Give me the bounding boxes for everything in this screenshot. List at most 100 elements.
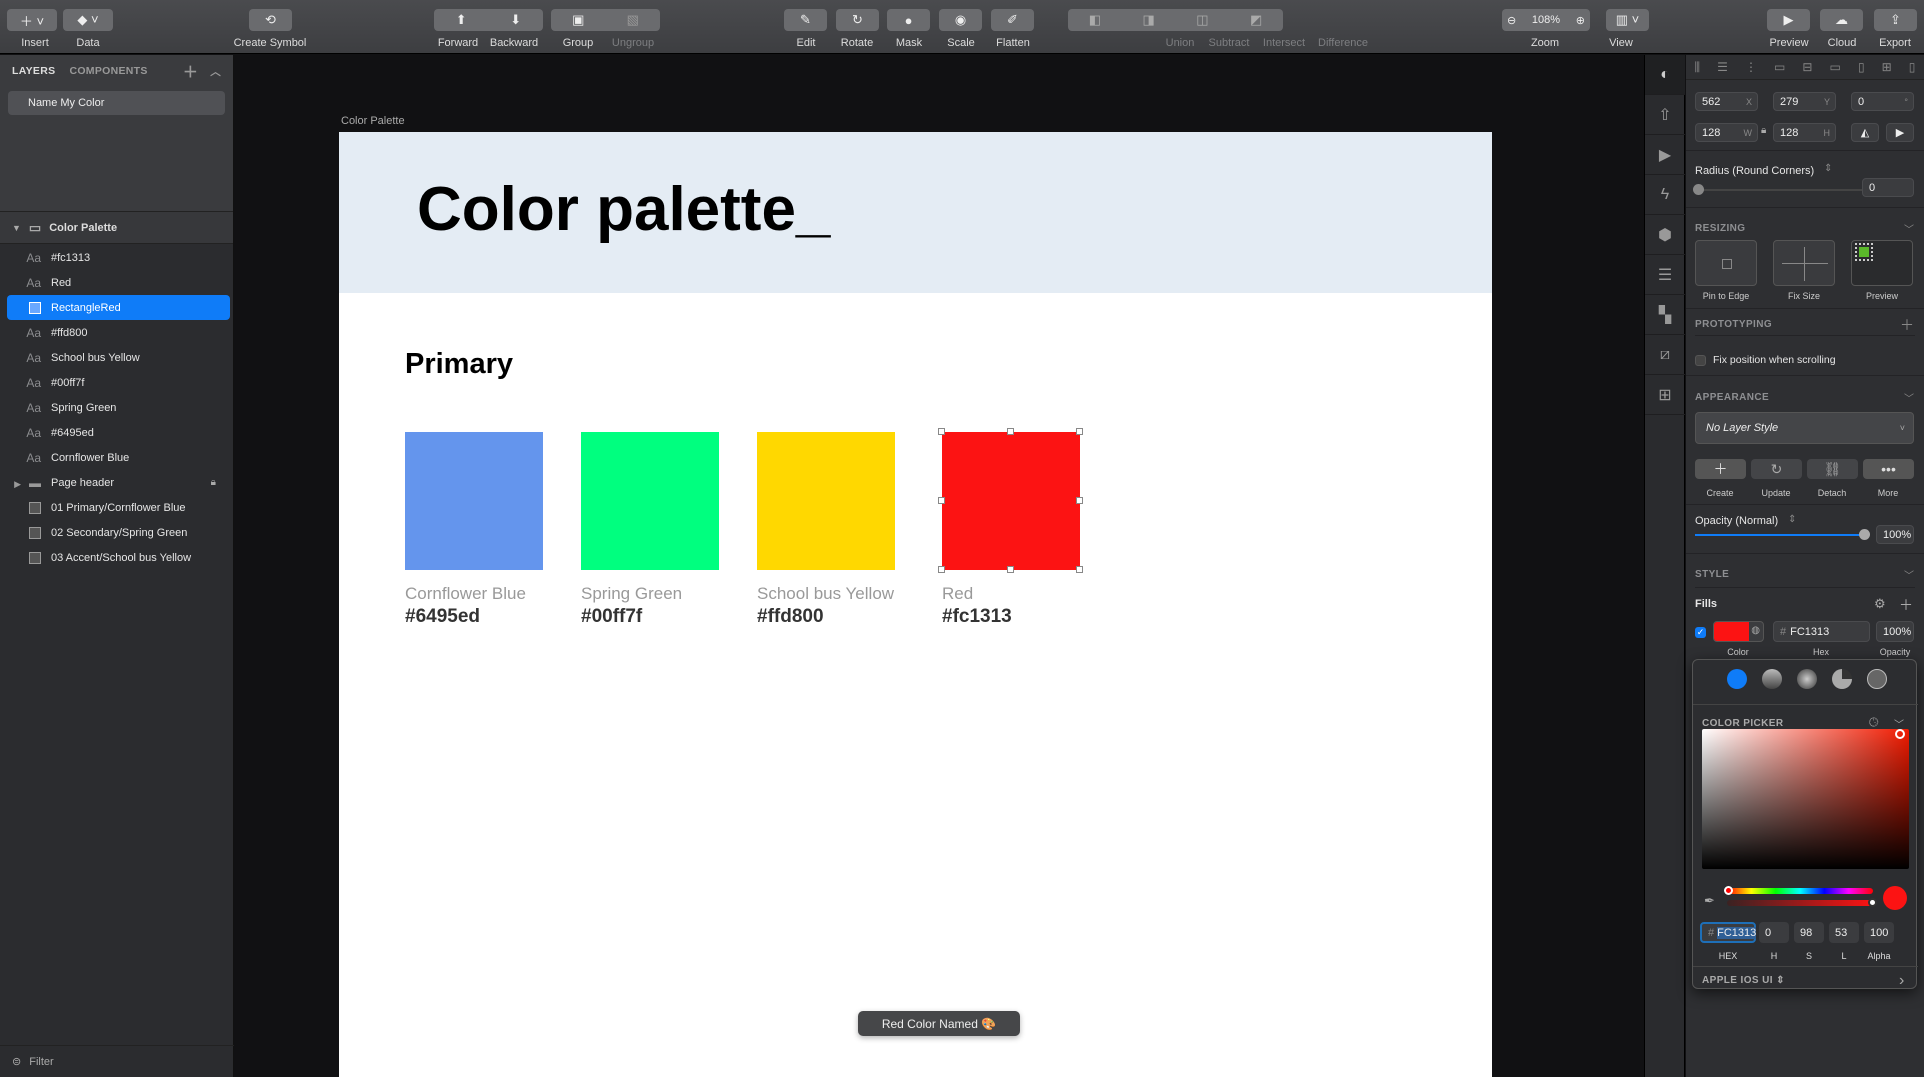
tab-components[interactable]: COMPONENTS (69, 65, 147, 77)
linear-gradient-icon[interactable] (1762, 669, 1782, 689)
add-fill-icon[interactable]: ＋ (1899, 595, 1913, 615)
lightness-input[interactable]: 53 (1829, 922, 1859, 943)
subtract-icon[interactable]: ◨ (1142, 12, 1154, 28)
color-swatch[interactable] (405, 432, 543, 570)
layer-item[interactable]: Aa #ffd800 (7, 320, 230, 345)
add-page-icon[interactable]: ＋ (183, 61, 198, 82)
zoom-in-button[interactable]: ⊕ (1576, 14, 1585, 27)
distribute-h-icon[interactable]: ⫼ (1695, 60, 1701, 75)
fill-opacity-field[interactable]: 100% (1876, 621, 1914, 642)
chevron-right-icon[interactable]: › (1899, 972, 1904, 990)
union-icon[interactable]: ◧ (1089, 12, 1101, 28)
scale-button[interactable]: ◉ (939, 9, 982, 31)
fill-color-well[interactable]: ◍ (1713, 621, 1764, 642)
detach-style-button[interactable]: ⛓ (1807, 459, 1858, 479)
radius-slider-thumb[interactable] (1693, 184, 1704, 195)
upload-icon[interactable]: ⇧ (1645, 95, 1685, 135)
align-center-icon[interactable]: ⊞ (1882, 60, 1892, 74)
hue-input[interactable]: 0 (1759, 922, 1789, 943)
saturation-input[interactable]: 98 (1794, 922, 1824, 943)
resize-handle[interactable] (938, 428, 945, 435)
group-icon[interactable]: ▣ (551, 12, 606, 28)
stepper-icon[interactable]: ⇕ (1788, 514, 1796, 525)
hex-input[interactable]: # FC1313 (1700, 922, 1757, 943)
lightning-icon[interactable]: ϟ (1645, 175, 1685, 215)
hexagon-icon[interactable]: ⬢ (1645, 215, 1685, 255)
filter-input[interactable]: Filter (29, 1056, 53, 1068)
create-symbol-button[interactable]: ⟲ (249, 9, 292, 31)
artboard-row[interactable]: ▼ ▭ Color Palette (0, 212, 233, 244)
disclosure-closed-icon[interactable]: ▶ (14, 479, 21, 489)
opacity-field[interactable]: 100% (1876, 525, 1914, 544)
sv-picker-handle[interactable] (1895, 729, 1905, 739)
edit-button[interactable]: ✎ (784, 9, 827, 31)
layer-item[interactable]: Aa Cornflower Blue (7, 445, 230, 470)
solid-fill-icon[interactable] (1727, 669, 1747, 689)
rotation-field[interactable]: 0 ° (1851, 92, 1914, 111)
layer-item[interactable]: RectangleRed (7, 295, 230, 320)
radius-slider[interactable] (1693, 184, 1865, 195)
layer-item[interactable]: Aa School bus Yellow (7, 345, 230, 370)
view-button[interactable]: ▥ ˅ (1606, 9, 1649, 31)
chevron-down-icon[interactable]: ﹀ (1904, 567, 1914, 582)
layer-item[interactable]: Aa #fc1313 (7, 245, 230, 270)
preview-button[interactable]: ▶ (1767, 9, 1810, 31)
opacity-slider[interactable] (1695, 529, 1870, 540)
hue-slider-thumb[interactable] (1724, 886, 1733, 895)
resize-handle[interactable] (1007, 428, 1014, 435)
y-field[interactable]: 279 Y (1773, 92, 1836, 111)
tab-layers[interactable]: LAYERS (12, 65, 55, 77)
align-top-icon[interactable]: ▭ (1774, 60, 1785, 74)
edit-frame-icon[interactable]: ⧄ (1645, 335, 1685, 375)
distribute-v-icon[interactable]: ☰ (1717, 60, 1728, 74)
height-field[interactable]: 128 H (1773, 123, 1836, 142)
collapse-icon[interactable]: ︿ (210, 64, 221, 79)
layer-item[interactable]: Aa Spring Green (7, 395, 230, 420)
layer-item[interactable]: Aa #00ff7f (7, 370, 230, 395)
forward-icon[interactable]: ⬆ (434, 12, 489, 28)
flatten-button[interactable]: ✐ (991, 9, 1034, 31)
alpha-input[interactable]: 100 (1864, 922, 1894, 943)
craft-icon[interactable]: ◐ (1645, 55, 1685, 95)
fix-position-checkbox[interactable] (1695, 355, 1706, 366)
rotate-button[interactable]: ↻ (836, 9, 879, 31)
insert-button[interactable]: ＋ ˅ (7, 9, 57, 31)
chevron-down-icon[interactable]: ﹀ (1904, 390, 1914, 405)
layer-style-dropdown[interactable]: No Layer Style ˅ (1695, 412, 1914, 444)
alpha-slider[interactable] (1727, 898, 1877, 907)
saturation-brightness-field[interactable] (1702, 729, 1909, 869)
color-swatch[interactable] (942, 432, 1080, 570)
resize-handle[interactable] (1076, 566, 1083, 573)
gear-icon[interactable]: ⚙ (1874, 596, 1886, 612)
artboard-label[interactable]: Color Palette (341, 115, 405, 127)
resize-handle[interactable] (1076, 497, 1083, 504)
opacity-slider-thumb[interactable] (1859, 529, 1870, 540)
layer-item[interactable]: 02 Secondary/Spring Green (7, 520, 230, 545)
more-button[interactable]: ••• (1863, 459, 1914, 479)
chevron-down-icon[interactable]: ﹀ (1904, 221, 1914, 236)
difference-icon[interactable]: ◩ (1250, 12, 1262, 28)
resize-handle[interactable] (1076, 428, 1083, 435)
stepper-icon[interactable]: ⇕ (1824, 163, 1832, 174)
resize-handle[interactable] (938, 497, 945, 504)
add-prototyping-icon[interactable]: ＋ (1900, 315, 1914, 335)
fix-size-control[interactable] (1773, 240, 1835, 286)
color-swatch[interactable] (581, 432, 719, 570)
x-field[interactable]: 562 X (1695, 92, 1758, 111)
lock-icon[interactable]: 🔒︎ (211, 477, 216, 488)
create-style-button[interactable]: ＋ (1695, 459, 1746, 479)
data-button[interactable]: ◆ ˅ (63, 9, 113, 31)
width-field[interactable]: 128 W (1695, 123, 1758, 142)
pin-to-edge-control[interactable] (1695, 240, 1757, 286)
page-item[interactable]: Name My Color (8, 91, 225, 115)
mask-button[interactable]: ● (887, 9, 930, 31)
add-image-icon[interactable]: ⊞ (1645, 375, 1685, 415)
flip-horizontal-button[interactable]: ◭ (1851, 123, 1879, 142)
fill-hex-field[interactable]: # FC1313 (1773, 621, 1870, 642)
filter-bar[interactable]: ⊜ Filter (0, 1045, 234, 1077)
align-bottom-icon[interactable]: ▭ (1830, 60, 1841, 74)
list-icon[interactable]: ☰ (1645, 255, 1685, 295)
image-fill-icon[interactable] (1867, 669, 1887, 689)
align-left-icon[interactable]: ▯ (1858, 60, 1865, 74)
history-icon[interactable]: 🕓︎ (1869, 715, 1879, 730)
